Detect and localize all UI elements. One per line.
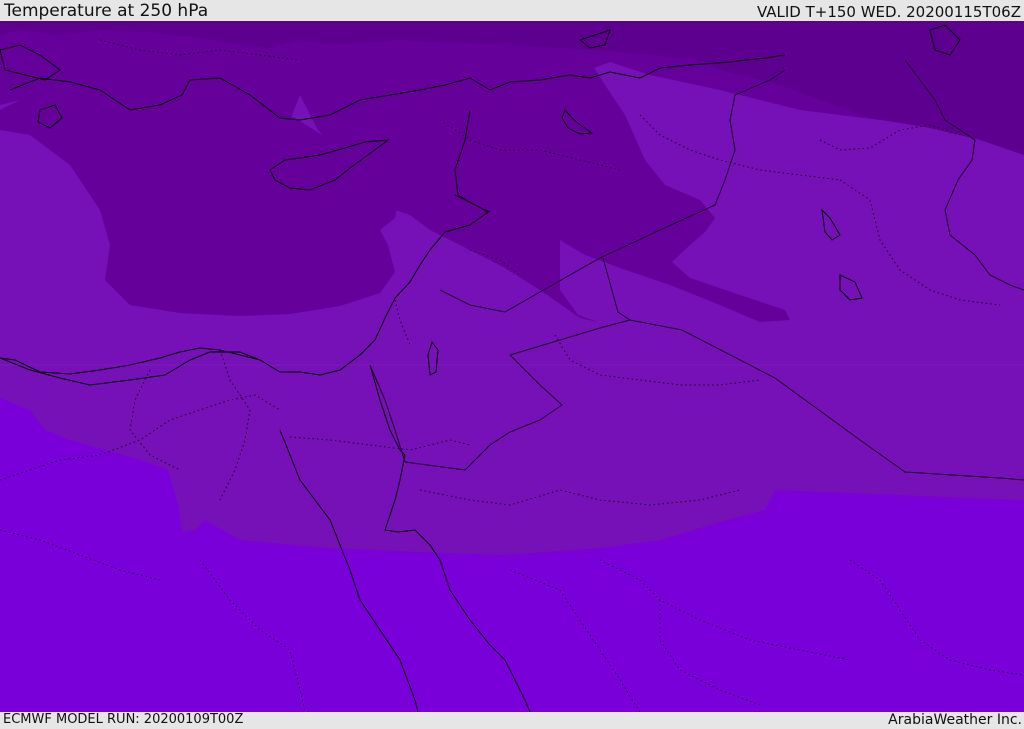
map-title: Temperature at 250 hPa xyxy=(4,1,209,21)
temperature-map[interactable] xyxy=(0,21,1024,712)
credit-text: ArabiaWeather Inc. xyxy=(888,712,1022,728)
header-bar: Temperature at 250 hPa VALID T+150 WED. … xyxy=(0,0,1024,21)
valid-time: VALID T+150 WED. 20200115T06Z xyxy=(756,3,1021,21)
footer-bar: ECMWF MODEL RUN: 20200109T00Z ArabiaWeat… xyxy=(0,712,1024,729)
model-run: ECMWF MODEL RUN: 20200109T00Z xyxy=(3,712,244,727)
